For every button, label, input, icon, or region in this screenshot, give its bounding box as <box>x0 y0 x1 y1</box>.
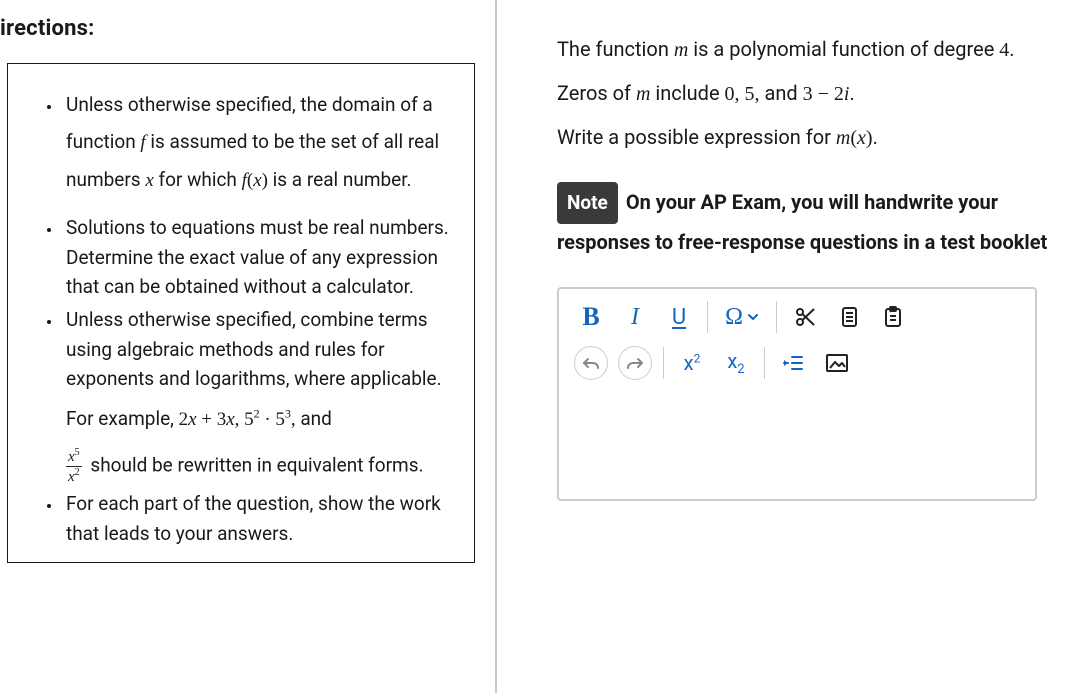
question-text-fragment: is a polynomial function of degree <box>688 37 999 61</box>
toolbar-separator <box>764 347 765 379</box>
redo-icon <box>618 346 652 380</box>
subscript-icon: x2 <box>727 349 744 377</box>
math-num: 0, 5, <box>725 83 760 105</box>
italic-icon: I <box>631 304 639 331</box>
insert-image-button[interactable] <box>815 343 859 383</box>
italic-button[interactable]: I <box>613 297 657 337</box>
subscript-button[interactable]: x2 <box>714 343 758 383</box>
undo-icon <box>574 346 608 380</box>
note-block: NoteOn your AP Exam, you will handwrite … <box>557 182 1062 261</box>
math-expr: 3 − 2i <box>803 83 850 105</box>
directions-heading: irections: <box>0 16 475 41</box>
paste-button[interactable] <box>871 297 915 337</box>
cut-button[interactable] <box>783 297 827 337</box>
question-text-fragment: and <box>760 81 803 105</box>
direction-item: For each part of the question, show the … <box>62 489 452 548</box>
underline-button[interactable]: U <box>657 297 701 337</box>
indent-icon <box>782 353 804 373</box>
toolbar-separator <box>663 347 664 379</box>
undo-button[interactable] <box>569 343 613 383</box>
direction-item: Unless otherwise specified, the domain o… <box>62 86 452 199</box>
question-text-fragment: The function <box>557 37 674 61</box>
toolbar-separator <box>776 301 777 333</box>
question-text: The function m is a polynomial function … <box>557 28 1062 160</box>
math-var: m <box>636 83 650 105</box>
note-badge: Note <box>557 182 618 224</box>
superscript-icon: x2 <box>684 351 701 375</box>
superscript-button[interactable]: x2 <box>670 343 714 383</box>
bold-icon: B <box>582 302 599 332</box>
underline-icon: U <box>672 305 686 330</box>
question-text-fragment: include <box>650 81 724 105</box>
math-num: 4 <box>999 39 1009 61</box>
editor-textarea[interactable] <box>559 389 1035 499</box>
rich-text-editor: B I U Ω <box>557 287 1037 501</box>
bold-button[interactable]: B <box>569 297 613 337</box>
omega-icon: Ω <box>725 304 743 331</box>
question-panel: The function m is a polynomial function … <box>497 0 1082 693</box>
question-text-fragment: . <box>873 125 878 149</box>
note-text: On your AP Exam, you will handwrite your… <box>557 190 1047 254</box>
image-icon <box>825 353 849 373</box>
chevron-down-icon <box>747 311 759 323</box>
question-text-fragment: . <box>849 81 854 105</box>
toolbar-separator <box>707 301 708 333</box>
special-char-button[interactable]: Ω <box>714 297 770 337</box>
clipboard-icon <box>882 305 904 329</box>
copy-button[interactable] <box>827 297 871 337</box>
directions-panel: irections: Unless otherwise specified, t… <box>0 0 495 693</box>
math-expr: m <box>836 127 850 149</box>
direction-item: Unless otherwise specified, combine term… <box>62 305 452 485</box>
question-text-fragment: Write a possible expression for <box>557 125 836 149</box>
math-expr: ) <box>866 127 873 149</box>
math-expr: x <box>857 127 866 149</box>
directions-box: Unless otherwise specified, the domain o… <box>7 63 475 563</box>
direction-item: Solutions to equations must be real numb… <box>62 213 452 301</box>
editor-toolbar: B I U Ω <box>559 289 1035 389</box>
copy-icon <box>838 305 860 329</box>
indent-button[interactable] <box>771 343 815 383</box>
math-var: m <box>674 39 688 61</box>
scissors-icon <box>793 305 817 329</box>
redo-button[interactable] <box>613 343 657 383</box>
